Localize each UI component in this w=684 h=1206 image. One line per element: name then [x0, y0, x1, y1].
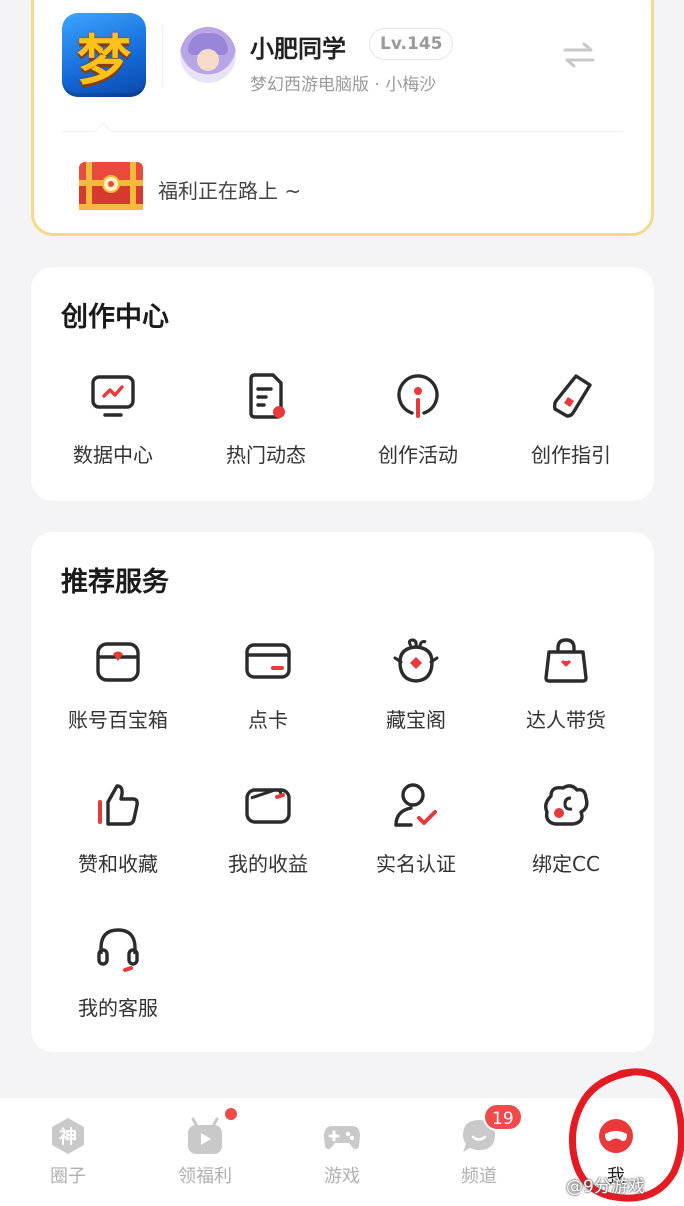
game-account-card: 梦 小肥同学 Lv.145 梦幻西游电脑版 · 小梅沙 福利正在路上 ~ — [31, 0, 654, 236]
treasure-pavilion-icon — [393, 638, 439, 683]
item-label: 账号百宝箱 — [68, 708, 168, 732]
tab-welfare[interactable]: 领福利 — [145, 1116, 265, 1188]
likes-favorites-item[interactable]: 赞和收藏 — [43, 780, 193, 877]
recommended-services-section: 推荐服务 账号百宝箱 点卡 藏宝阁 达人带货 赞和收藏 我的收益 实名认证 绑定… — [31, 532, 654, 1052]
divider — [62, 131, 623, 132]
treasure-box-icon — [96, 642, 140, 682]
tab-label: 圈子 — [50, 1166, 86, 1187]
item-label: 绑定CC — [532, 852, 600, 876]
item-label: 数据中心 — [73, 443, 153, 467]
tab-games[interactable]: 游戏 — [282, 1116, 402, 1188]
welfare-text[interactable]: 福利正在路上 ~ — [158, 175, 301, 204]
avatar[interactable] — [180, 27, 236, 83]
tab-label: 领福利 — [178, 1166, 232, 1187]
item-label: 我的收益 — [228, 852, 308, 876]
data-center-item[interactable]: 数据中心 — [38, 371, 188, 468]
hot-posts-item[interactable]: 热门动态 — [191, 371, 341, 468]
tab-label: 频道 — [461, 1166, 497, 1187]
pen-icon — [552, 374, 592, 418]
watermark: @9分游戏 — [566, 1177, 645, 1197]
monitor-chart-icon — [91, 375, 135, 417]
real-name-verify-item[interactable]: 实名认证 — [341, 780, 491, 877]
game-logo[interactable]: 梦 — [62, 13, 146, 97]
activity-icon — [397, 374, 439, 418]
server-info: 梦幻西游电脑版 · 小梅沙 — [250, 75, 437, 95]
creation-guide-item[interactable]: 创作指引 — [496, 371, 646, 468]
wallet-icon — [245, 788, 291, 824]
customer-service-item[interactable]: 我的客服 — [43, 924, 193, 1021]
user-verified-icon — [394, 783, 437, 827]
tab-label: 游戏 — [324, 1166, 360, 1187]
item-label: 点卡 — [248, 708, 288, 732]
tab-circle[interactable]: 神 圈子 — [8, 1116, 128, 1188]
my-earnings-item[interactable]: 我的收益 — [193, 780, 343, 877]
item-label: 达人带货 — [526, 708, 606, 732]
treasure-chest-icon — [79, 162, 143, 210]
item-label: 我的客服 — [78, 996, 158, 1020]
headset-icon — [97, 928, 139, 972]
divider — [162, 25, 163, 87]
item-label: 创作活动 — [378, 443, 458, 467]
treasure-pavilion-item[interactable]: 藏宝阁 — [341, 636, 491, 733]
tab-channel[interactable]: 频道 — [419, 1116, 539, 1188]
switch-account-icon[interactable] — [562, 41, 596, 69]
section-title: 推荐服务 — [61, 567, 169, 598]
thumbs-up-icon — [98, 784, 139, 826]
bind-cc-item[interactable]: 绑定CC — [491, 780, 641, 877]
level-badge: Lv.145 — [369, 28, 454, 60]
gamepad-icon — [324, 1126, 360, 1150]
section-title: 创作中心 — [61, 302, 169, 333]
card-icon — [245, 643, 291, 679]
creation-activity-item[interactable]: 创作活动 — [343, 371, 493, 468]
channel-count-badge: 19 — [483, 1103, 523, 1131]
game-logo-char: 梦 — [77, 28, 131, 92]
item-label: 热门动态 — [226, 443, 306, 467]
item-label: 赞和收藏 — [78, 852, 158, 876]
notification-dot — [223, 1106, 239, 1122]
creation-center-section: 创作中心 数据中心 热门动态 创作活动 创作指引 — [31, 267, 654, 501]
cc-bind-icon — [543, 784, 589, 826]
item-label: 创作指引 — [531, 443, 611, 467]
shen-hexagon-icon: 神 — [52, 1118, 84, 1154]
item-label: 藏宝阁 — [386, 708, 446, 732]
user-name: 小肥同学 — [250, 35, 346, 63]
document-icon — [249, 373, 285, 419]
point-card-item[interactable]: 点卡 — [193, 636, 343, 733]
account-toolbox-item[interactable]: 账号百宝箱 — [43, 636, 193, 733]
item-label: 实名认证 — [376, 852, 456, 876]
svg-text:神: 神 — [59, 1126, 77, 1148]
shopping-bag-icon — [544, 638, 588, 683]
divider-notch — [94, 122, 112, 140]
influencer-sales-item[interactable]: 达人带货 — [491, 636, 641, 733]
gift-play-icon — [188, 1117, 222, 1154]
profile-mask-icon — [599, 1119, 633, 1153]
